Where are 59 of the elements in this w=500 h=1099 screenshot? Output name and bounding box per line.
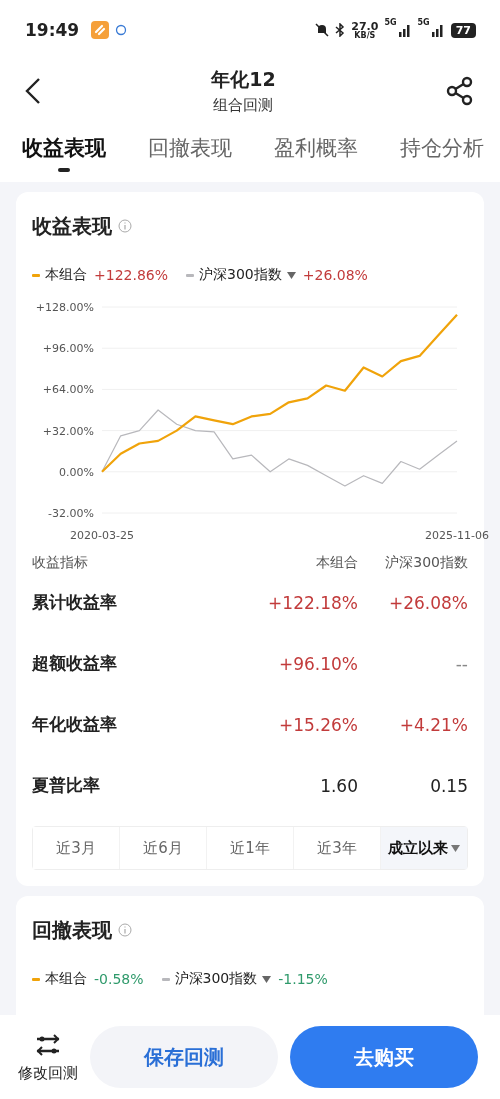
metric-name: 年化收益率 [32,713,118,736]
x-axis-label: 2025-11-06 [425,529,489,542]
card-title: 回撤表现 [32,916,112,944]
legend-value: -1.15% [278,971,328,987]
save-backtest-button[interactable]: 保存回测 [90,1026,278,1088]
metric-value: 0.15 [429,775,468,796]
metric-value: +15.26% [277,714,358,735]
period-tab[interactable]: 近3月 [33,827,120,869]
section-tab[interactable]: 盈利概率 [274,130,358,176]
metric-value: +96.10% [277,653,358,674]
metric-name: 超额收益率 [32,652,118,675]
column-header: 收益指标 [32,554,89,572]
x-axis-label: 2020-03-25 [70,529,134,542]
page-title: 年化12 [211,67,276,92]
buy-button[interactable]: 去购买 [290,1026,478,1088]
column-header: 沪深300指数 [384,554,468,572]
section-tab[interactable]: 收益表现 [22,130,106,176]
section-tab[interactable]: 回撤表现 [148,130,232,176]
y-axis-label: +96.00% [42,342,94,356]
bluetooth-icon [335,23,346,37]
legend-value: +26.08% [302,267,368,283]
network-speed: 27.0 [351,20,379,32]
legend-label: 本组合 [45,970,87,988]
muted-bell-icon [315,23,330,37]
metric-name: 累计收益率 [32,591,118,614]
network-type: 5G [417,18,430,27]
card-title: 收益表现 [32,212,112,240]
dropdown-caret-icon[interactable] [262,975,272,983]
share-icon[interactable] [446,76,474,106]
app-notification-icon [91,21,110,39]
page-subtitle: 组合回测 [213,96,274,115]
signal-icon [397,23,412,37]
y-axis-label: +128.00% [35,301,94,314]
edit-backtest-button[interactable]: 修改回测 [18,1031,78,1083]
y-axis-label: +64.00% [42,383,94,397]
dropdown-caret-icon[interactable] [286,271,296,279]
metric-value: +4.21% [398,714,468,735]
signal-icon [430,23,445,37]
back-icon[interactable] [25,77,41,105]
period-tab[interactable]: 成立以来 [381,827,467,869]
section-tab[interactable]: 持仓分析 [400,130,484,176]
metric-value: 1.60 [319,775,358,796]
metric-value: +26.08% [387,592,468,613]
metric-value: -- [454,653,468,674]
y-axis-label: -32.00% [48,507,94,520]
column-header: 本组合 [315,554,358,572]
legend-label: 本组合 [45,266,87,284]
speed-unit: KB/S [354,31,376,40]
status-time: 19:49 [25,20,80,40]
network-type: 5G [384,18,397,27]
y-axis-label: 0.00% [59,465,94,479]
legend-label: 沪深300指数 [199,266,282,284]
legend-label: 沪深300指数 [174,970,258,988]
legend-value: +122.86% [94,267,169,283]
battery-level: 77 [450,22,476,38]
metric-value: +122.18% [267,592,358,613]
y-axis-label: +32.00% [42,424,94,438]
legend-value: -0.58% [94,971,144,987]
metric-name: 夏普比率 [32,774,101,797]
